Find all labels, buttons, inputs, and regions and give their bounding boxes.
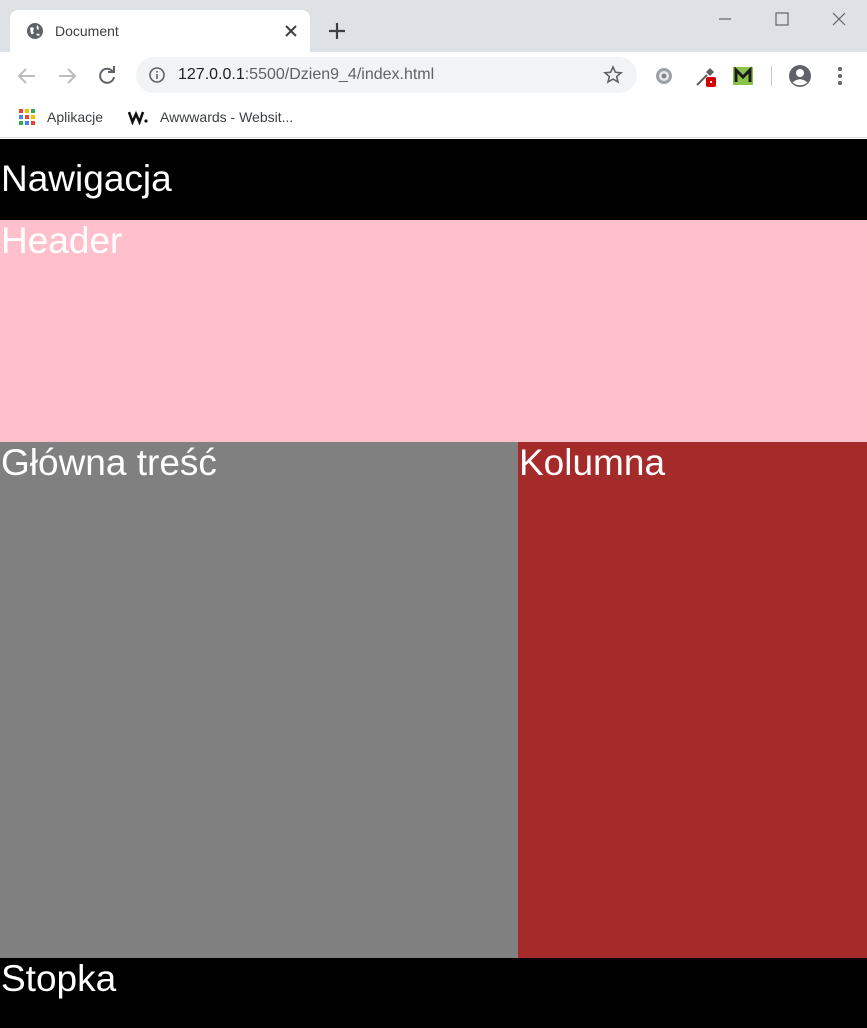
tab-document[interactable]: Document	[10, 10, 310, 52]
settings-extension-icon[interactable]	[652, 64, 676, 88]
m-extension-icon[interactable]	[731, 64, 755, 88]
awwwards-w-icon	[128, 110, 148, 125]
profile-icon[interactable]	[788, 64, 812, 88]
tab-title: Document	[55, 23, 119, 39]
new-tab-icon[interactable]	[326, 20, 348, 42]
toolbar-divider	[771, 66, 772, 86]
column-section: Kolumna	[518, 442, 867, 958]
browser-toolbar: 127.0.0.1:5500/Dzien9_4/index.html	[0, 52, 867, 100]
eyedropper-extension-icon[interactable]	[694, 64, 718, 88]
url-path: :5500/Dzien9_4/index.html	[244, 66, 435, 83]
main-content-section: Główna treść	[0, 442, 518, 958]
back-icon[interactable]	[15, 64, 39, 88]
tab-strip: Document	[0, 0, 867, 52]
header-section: Header	[0, 220, 867, 442]
nav-section: Nawigacja	[0, 139, 867, 220]
close-tab-icon[interactable]	[282, 22, 300, 40]
main-text: Główna treść	[1, 442, 217, 483]
nav-text: Nawigacja	[1, 158, 172, 199]
header-text: Header	[1, 220, 123, 261]
bookmark-aplikacje[interactable]: Aplikacje	[19, 106, 103, 128]
close-window-icon[interactable]	[828, 8, 850, 30]
bookmark-star-icon[interactable]	[603, 65, 623, 85]
apps-grid-icon	[19, 109, 35, 125]
reload-icon[interactable]	[95, 64, 119, 88]
forward-icon[interactable]	[55, 64, 79, 88]
maximize-icon[interactable]	[771, 8, 793, 30]
globe-icon	[27, 23, 43, 39]
bookmark-label: Awwwards - Websit...	[160, 109, 294, 125]
bookmark-awwwards[interactable]: Awwwards - Websit...	[128, 106, 293, 128]
column-text: Kolumna	[519, 442, 666, 483]
minimize-icon[interactable]	[714, 8, 736, 30]
site-info-icon[interactable]	[148, 66, 166, 84]
footer-text: Stopka	[1, 958, 117, 999]
bookmark-label: Aplikacje	[47, 109, 104, 125]
menu-kebab-icon[interactable]	[828, 64, 852, 88]
address-url: 127.0.0.1:5500/Dzien9_4/index.html	[178, 66, 434, 84]
bookmarks-bar: Aplikacje Awwwards - Websit...	[0, 100, 867, 138]
address-bar[interactable]: 127.0.0.1:5500/Dzien9_4/index.html	[136, 57, 637, 93]
page-content: Nawigacja Header Główna treść Kolumna St…	[0, 139, 867, 1028]
url-host: 127.0.0.1	[178, 66, 245, 83]
footer-section: Stopka	[0, 958, 867, 1028]
